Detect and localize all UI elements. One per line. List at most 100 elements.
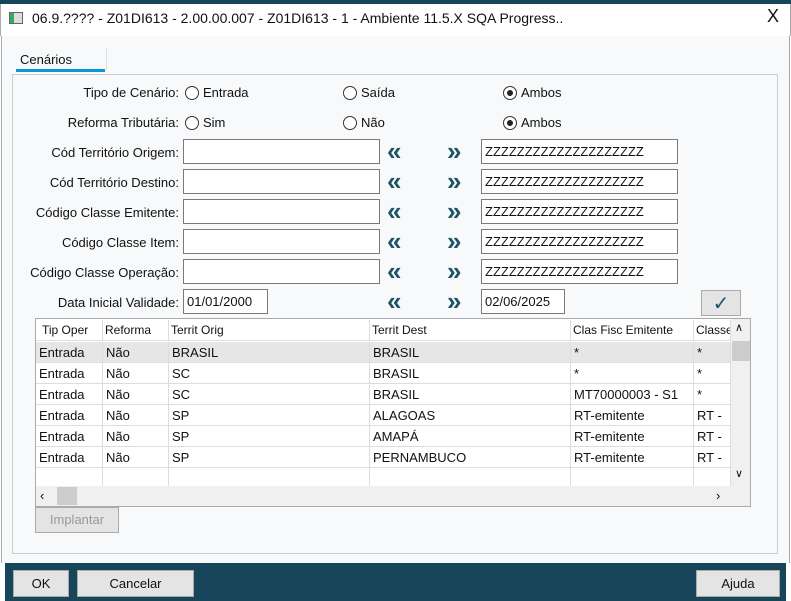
- range-from-input[interactable]: [183, 139, 380, 164]
- horizontal-scrollbar[interactable]: ‹ ›: [36, 486, 750, 506]
- table-cell: RT-emitente: [571, 405, 694, 426]
- first-value-button[interactable]: «: [387, 198, 401, 224]
- check-icon: ✓: [712, 292, 730, 315]
- table-cell: Não: [103, 426, 169, 447]
- column-header[interactable]: Clas Fisc Emitente: [571, 320, 694, 341]
- table-cell: AMAPÁ: [370, 426, 571, 447]
- scroll-right-icon[interactable]: ›: [716, 488, 720, 503]
- first-value-button[interactable]: «: [387, 258, 401, 284]
- column-header[interactable]: Territ Dest: [370, 320, 571, 341]
- range-label: Cód Território Origem:: [51, 145, 179, 160]
- window-title: 06.9.???? - Z01DI613 - 2.00.00.007 - Z01…: [32, 10, 564, 26]
- radio-circle-icon: [185, 115, 199, 130]
- table-cell: BRASIL: [169, 342, 370, 363]
- radio-circle-icon: [343, 85, 357, 100]
- ok-button[interactable]: OK: [13, 570, 69, 597]
- table-cell: Entrada: [36, 342, 103, 363]
- range-from-input[interactable]: [183, 169, 380, 194]
- reforma-radio-2[interactable]: Ambos: [503, 115, 561, 130]
- tab-separator: [106, 48, 107, 70]
- table-row[interactable]: Entrada Não SC BRASIL MT70000003 - S1 *: [36, 384, 731, 405]
- table-row[interactable]: Entrada Não SP AMAPÁ RT-emitente RT -: [36, 426, 731, 447]
- vertical-scrollbar[interactable]: ∧ ∨: [731, 319, 750, 486]
- first-value-button[interactable]: «: [387, 138, 401, 164]
- range-from-input[interactable]: [183, 199, 380, 224]
- table-row[interactable]: Entrada Não SP ALAGOAS RT-emitente RT -: [36, 405, 731, 426]
- last-value-button[interactable]: »: [447, 258, 461, 284]
- tipo-radio-0[interactable]: Entrada: [185, 85, 249, 100]
- column-header[interactable]: Reforma: [103, 320, 169, 341]
- range-to-input[interactable]: ZZZZZZZZZZZZZZZZZZZZ: [481, 259, 678, 284]
- tab-active-indicator: [16, 69, 105, 72]
- range-from-input[interactable]: [183, 259, 380, 284]
- tab-cenarios[interactable]: Cenários: [20, 52, 72, 67]
- table-cell: Entrada: [36, 405, 103, 426]
- column-header[interactable]: Tip Oper: [36, 320, 103, 341]
- range-label: Código Classe Item:: [61, 235, 179, 250]
- range-label: Data Inicial Validade:: [57, 295, 179, 310]
- reforma-radio-1[interactable]: Não: [343, 115, 385, 130]
- tipo-radio-1[interactable]: Saída: [343, 85, 395, 100]
- table-cell: Entrada: [36, 447, 103, 468]
- radio-circle-icon: [343, 115, 357, 130]
- table-cell: RT-emitente: [571, 447, 694, 468]
- table-cell: Não: [103, 384, 169, 405]
- implantar-button[interactable]: Implantar: [35, 507, 119, 533]
- table-cell: *: [571, 363, 694, 384]
- horizontal-scroll-thumb[interactable]: [57, 487, 77, 505]
- column-header[interactable]: Territ Orig: [169, 320, 370, 341]
- radio-label: Saída: [361, 85, 395, 100]
- range-to-input[interactable]: ZZZZZZZZZZZZZZZZZZZZ: [481, 229, 678, 254]
- table-cell: BRASIL: [370, 363, 571, 384]
- help-button[interactable]: Ajuda: [696, 570, 780, 597]
- table-cell: Entrada: [36, 426, 103, 447]
- scroll-up-icon[interactable]: ∧: [735, 321, 743, 334]
- vertical-scroll-thumb[interactable]: [732, 341, 750, 361]
- confirm-check-button[interactable]: ✓: [701, 290, 741, 316]
- table-row[interactable]: Entrada Não SP PERNAMBUCO RT-emitente RT -: [36, 447, 731, 468]
- close-button[interactable]: X: [762, 6, 784, 27]
- first-value-button[interactable]: «: [387, 228, 401, 254]
- range-to-input[interactable]: 02/06/2025: [481, 289, 565, 314]
- reforma-radio-0[interactable]: Sim: [185, 115, 225, 130]
- range-to-input[interactable]: ZZZZZZZZZZZZZZZZZZZZ: [481, 199, 678, 224]
- table-row[interactable]: Entrada Não SC BRASIL * *: [36, 363, 731, 384]
- range-from-input[interactable]: 01/01/2000: [183, 289, 268, 314]
- last-value-button[interactable]: »: [447, 138, 461, 164]
- first-value-button[interactable]: «: [387, 168, 401, 194]
- radio-label: Ambos: [521, 85, 562, 100]
- table-cell: SP: [169, 426, 370, 447]
- last-value-button[interactable]: »: [447, 288, 461, 314]
- table-row[interactable]: Entrada Não BRASIL BRASIL * *: [36, 342, 731, 363]
- range-to-input[interactable]: ZZZZZZZZZZZZZZZZZZZZ: [481, 139, 678, 164]
- range-to-input[interactable]: ZZZZZZZZZZZZZZZZZZZZ: [481, 169, 678, 194]
- first-value-button[interactable]: «: [387, 288, 401, 314]
- radio-circle-icon: [503, 115, 517, 130]
- scroll-left-icon[interactable]: ‹: [40, 488, 44, 503]
- table-cell: *: [694, 384, 731, 405]
- tipo-radio-2[interactable]: Ambos: [503, 85, 561, 100]
- table-cell: SP: [169, 405, 370, 426]
- range-label: Código Classe Emitente:: [35, 205, 179, 220]
- table-cell: *: [571, 342, 694, 363]
- range-label: Código Classe Operação:: [30, 265, 179, 280]
- last-value-button[interactable]: »: [447, 228, 461, 254]
- last-value-button[interactable]: »: [447, 198, 461, 224]
- radio-label: Ambos: [521, 115, 562, 130]
- cancel-button[interactable]: Cancelar: [77, 570, 194, 597]
- radio-circle-icon: [503, 85, 517, 100]
- column-header[interactable]: Classe: [694, 320, 731, 341]
- table-cell: RT -: [694, 405, 731, 426]
- range-from-input[interactable]: [183, 229, 380, 254]
- table-cell: BRASIL: [370, 384, 571, 405]
- radio-label: Sim: [203, 115, 226, 130]
- table-cell: SC: [169, 363, 370, 384]
- table-cell: ALAGOAS: [370, 405, 571, 426]
- grid-header: Tip Oper Reforma Territ Orig Territ Dest Cla…: [36, 320, 731, 341]
- table-cell: Não: [103, 447, 169, 468]
- table-cell: PERNAMBUCO: [370, 447, 571, 468]
- table-cell: RT -: [694, 447, 731, 468]
- last-value-button[interactable]: »: [447, 168, 461, 194]
- table-cell: *: [694, 363, 731, 384]
- scroll-down-icon[interactable]: ∨: [735, 467, 743, 480]
